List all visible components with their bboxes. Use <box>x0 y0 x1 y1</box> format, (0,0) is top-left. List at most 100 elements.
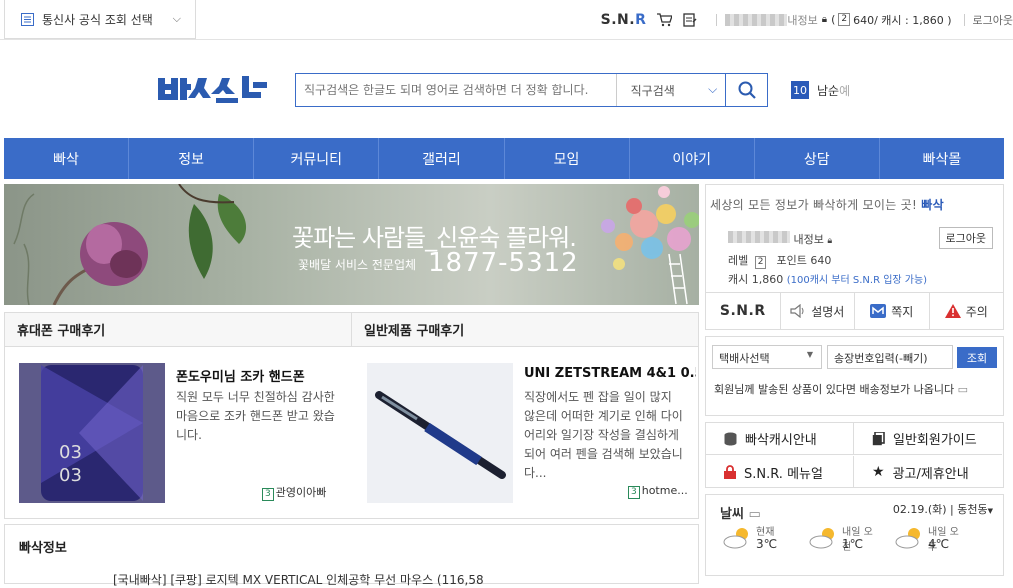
review-title: 폰도우미님 조카 핸드폰 <box>176 370 305 385</box>
level-badge: 2 <box>754 256 767 269</box>
quick-message[interactable]: 쪽지 <box>855 293 930 329</box>
telecom-select[interactable]: 통신사 공식 조회 선택 ⌵ <box>4 0 196 39</box>
warning-icon <box>944 304 961 318</box>
cash-line: 캐시 1,860 (100캐시 부터 S.N.R 입장 가능) <box>728 271 927 287</box>
quick-manual-label: 설명서 <box>811 304 845 319</box>
top-bar-right: S.N.R 내정보 🔒︎ ( 2 640/ 캐시 : 1,860 ) 로그아웃 <box>601 0 1013 39</box>
link-member-guide[interactable]: 일반회원가이드 <box>854 423 1002 455</box>
banner-phone: 1877-5312 <box>428 248 579 278</box>
trending-keyword[interactable]: 10 남순예 <box>791 81 850 99</box>
search-button[interactable] <box>725 74 767 106</box>
comment-icon: ▭ <box>957 383 969 396</box>
weather-date-location[interactable]: 02.19.(화) | 동천동▼ <box>893 501 993 517</box>
rank-word: 남순 <box>817 83 840 98</box>
ppasak-logo[interactable] <box>156 72 270 106</box>
level-badge: 2 <box>838 13 851 26</box>
quick-message-label: 쪽지 <box>891 304 914 319</box>
link-snr-manual[interactable]: S.N.R. 메뉴얼 <box>706 456 854 488</box>
rank-number: 10 <box>791 81 809 99</box>
quick-warning[interactable]: 주의 <box>930 293 1004 329</box>
chevron-down-icon: ⌵ <box>172 12 181 25</box>
message-icon <box>870 304 887 318</box>
cart-icon[interactable] <box>656 12 673 28</box>
guide-links: 빠삭캐시안내 일반회원가이드 S.N.R. 메뉴얼 ★ 광고/제휴안내 <box>705 422 1004 488</box>
review-excerpt: 직원 모두 너무 친절하심 감사한 마음으로 조카 핸드폰 받고 왔습니다. <box>176 390 335 442</box>
level-label: 레벨 <box>728 254 749 267</box>
review-thumbnail: 03 03 <box>19 363 165 503</box>
weather-item: 내일 오전 1℃ <box>798 523 878 563</box>
cash-note: (100캐시 부터 S.N.R 입장 가능) <box>786 275 928 286</box>
svg-text:03: 03 <box>59 465 82 486</box>
search-type-value: 직구검색 <box>630 83 675 98</box>
my-info-link[interactable]: 내정보 <box>794 233 824 246</box>
user-line: 내정보 🔒︎ <box>728 231 832 247</box>
rank-word-fade: 예 <box>839 83 851 98</box>
paren-open: ( <box>831 13 836 26</box>
quick-manual[interactable]: 설명서 <box>781 293 855 329</box>
points-label: 포인트 640 <box>776 254 832 267</box>
tab-phone-reviews[interactable]: 휴대폰 구매후기 <box>5 313 352 346</box>
nav-item-community[interactable]: 커뮤니티 <box>254 138 380 179</box>
link-snr-manual-label: S.N.R. 메뉴얼 <box>744 466 823 482</box>
ad-banner[interactable]: 꽃파는 사람들_신윤숙 플라워. 꽃배달 서비스 전문업체 1877-5312 <box>4 184 699 305</box>
speaker-icon <box>790 304 804 318</box>
tab-general-reviews[interactable]: 일반제품 구매후기 <box>352 313 698 346</box>
search-input[interactable] <box>296 74 616 106</box>
review-title: UNI ZETSTREAM 4&1 0.5 <box>524 366 696 381</box>
link-ads-label: 광고/제휴안내 <box>892 466 969 482</box>
weather-label: 현재 <box>756 527 775 538</box>
nav-item-story[interactable]: 이야기 <box>630 138 755 179</box>
ppasak-info-panel: 빠삭정보 [국내빠삭] [쿠팡] 로지텍 MX VERTICAL 인체공학 무선… <box>4 524 699 587</box>
logout-button[interactable]: 로그아웃 <box>938 227 993 249</box>
quick-snr[interactable]: S.N.R <box>706 293 781 329</box>
weather-temp: 4℃ <box>928 537 950 551</box>
search-type-select[interactable]: 직구검색 ⌵ <box>615 74 726 106</box>
nav-item-info[interactable]: 정보 <box>129 138 255 179</box>
lock-icon: 🔒︎ <box>827 236 833 246</box>
quick-menu: S.N.R 설명서 쪽지 주의 <box>705 293 1004 330</box>
my-info-link[interactable]: 내정보 <box>787 12 817 28</box>
weather-item: 내일 오후 4℃ <box>884 523 964 563</box>
top-bar: 통신사 공식 조회 선택 ⌵ S.N.R 내정보 🔒︎ ( 2 640/ 캐시 … <box>0 0 1013 40</box>
track-button[interactable]: 조회 <box>957 347 997 368</box>
lock-icon: 🔒︎ <box>821 14 828 25</box>
quick-warning-label: 주의 <box>965 304 988 319</box>
user-panel: 세상의 모든 정보가 빠삭하게 모이는 곳! 빠삭 내정보 🔒︎ 로그아웃 레벨… <box>705 184 1004 293</box>
comment-icon: ▭ <box>748 507 761 522</box>
author-badge: 3 <box>262 488 274 501</box>
weather-item: 현재 3℃ <box>712 523 792 563</box>
partly-cloudy-icon <box>895 528 920 549</box>
review-author: 3 관영이아빠 <box>262 484 326 501</box>
courier-select[interactable]: 택배사선택 ▼ <box>712 345 822 369</box>
slogan-brand: 빠삭 <box>921 198 944 212</box>
nav-item-meetup[interactable]: 모임 <box>505 138 630 179</box>
nav-item-mall[interactable]: 빠삭몰 <box>880 138 1004 179</box>
svg-text:03: 03 <box>59 442 82 463</box>
caret-down-icon: ▼ <box>806 350 813 359</box>
link-cash-guide-label: 빠삭캐시안내 <box>745 433 817 448</box>
logout-link[interactable]: 로그아웃 <box>973 12 1013 28</box>
slogan: 세상의 모든 정보가 빠삭하게 모이는 곳! 빠삭 <box>706 185 1003 213</box>
caret-down-icon: ▼ <box>987 507 993 515</box>
nav-item-gallery[interactable]: 갤러리 <box>379 138 505 179</box>
nav-item-consult[interactable]: 상담 <box>755 138 880 179</box>
blurred-username <box>728 231 790 243</box>
divider <box>963 13 965 26</box>
tracking-note: 회원님께 발송된 상품이 있다면 배송정보가 나옵니다 ▭ <box>714 381 968 397</box>
weather-title: 날씨 ▭ <box>720 503 761 522</box>
right-sidebar: 세상의 모든 정보가 빠삭하게 모이는 곳! 빠삭 내정보 🔒︎ 로그아웃 레벨… <box>705 184 1004 576</box>
reviews-tabs: 휴대폰 구매후기 일반제품 구매후기 <box>5 313 698 347</box>
snr-link[interactable]: S.N.R <box>601 12 647 28</box>
nav-item-ppasak[interactable]: 빠삭 <box>4 138 130 179</box>
weather-title-text: 날씨 <box>720 507 744 522</box>
weather-date-text: 02.19.(화) | 동천동 <box>892 503 988 516</box>
memo-icon[interactable] <box>682 12 698 28</box>
star-icon: ★ <box>872 464 885 480</box>
delivery-tracking: 택배사선택 ▼ 송장번호입력(-빼기) 조회 회원님께 발송된 상품이 있다면 배… <box>705 336 1004 416</box>
chevron-down-icon: ⌵ <box>708 82 718 96</box>
link-cash-guide[interactable]: 빠삭캐시안내 <box>706 423 854 455</box>
tracking-number-input[interactable]: 송장번호입력(-빼기) <box>827 345 953 369</box>
snr-r-text: R <box>635 11 647 28</box>
link-ads[interactable]: ★ 광고/제휴안내 <box>854 456 1002 488</box>
review-author-name: hotme... <box>641 484 688 497</box>
